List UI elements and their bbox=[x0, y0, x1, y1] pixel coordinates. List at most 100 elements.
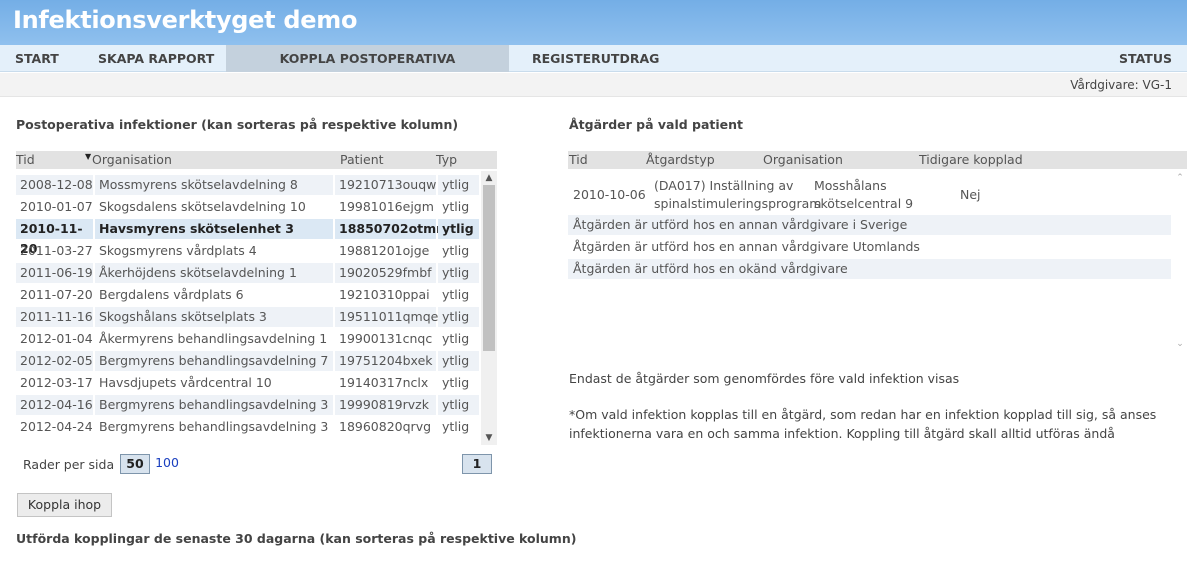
table-row[interactable]: 2011-06-19 Åkerhöjdens skötselavdelning 1… bbox=[16, 263, 479, 285]
cell-patient: 19140317nclx bbox=[339, 375, 429, 390]
cell-tid: 2012-02-05 bbox=[16, 351, 93, 371]
scroll-thumb[interactable] bbox=[483, 185, 495, 351]
main-nav: START SKAPA RAPPORT KOPPLA POSTOPERATIVA… bbox=[0, 45, 1187, 93]
cell-organisation: Skogsdalens skötselavdelning 10 bbox=[99, 199, 306, 214]
cell-typ: ytlig bbox=[438, 263, 479, 283]
infections-scrollbar[interactable]: ▲ ▼ bbox=[481, 171, 497, 445]
page-size-50[interactable]: 50 bbox=[120, 454, 150, 474]
cell-organisation: Åkermyrens behandlingsavdelning 1 bbox=[99, 331, 328, 346]
cell-typ: ytlig bbox=[438, 175, 479, 195]
cell-patient: 19981016ejgm bbox=[339, 199, 434, 214]
provider-bar: Vårdgivare: VG-1 bbox=[0, 73, 1187, 97]
page-number[interactable]: 1 bbox=[462, 454, 492, 474]
cell-organisation: Bergmyrens behandlingsavdelning 3 bbox=[99, 419, 329, 434]
table-row[interactable]: 2011-03-27 Skogsmyrens vårdplats 4 1988120… bbox=[16, 241, 479, 263]
cell-patient: 18850702otmm bbox=[335, 219, 449, 239]
nav-koppla-postoperativa-infektioner[interactable]: KOPPLA POSTOPERATIVA INFEKTIONER bbox=[226, 45, 509, 93]
cell-organisation: Havsmyrens skötselenhet 3 bbox=[95, 219, 333, 239]
table-row[interactable]: 2010-11-20 Havsmyrens skötselenhet 3 18850… bbox=[16, 219, 479, 256]
linking-note-line2: infektionerna vara en och samma infektio… bbox=[569, 426, 1115, 441]
cell-patient: 19900131cnqc bbox=[339, 331, 433, 346]
action-kopplad: Nej bbox=[960, 187, 981, 202]
nav-skapa-rapport[interactable]: SKAPA RAPPORT bbox=[83, 45, 229, 72]
linking-note-line1: *Om vald infektion kopplas till en åtgär… bbox=[569, 407, 1157, 422]
table-row[interactable]: 2010-01-07 Skogsdalens skötselavdelning 1… bbox=[16, 197, 479, 219]
scroll-down-icon[interactable]: ▼ bbox=[481, 431, 497, 445]
col-typ[interactable]: Typ bbox=[436, 152, 457, 167]
page-size-100[interactable]: 100 bbox=[155, 454, 179, 474]
action-org-line2: skötselcentral 9 bbox=[814, 196, 914, 211]
cell-typ: ytlig bbox=[442, 199, 470, 214]
option-row-utomlands[interactable]: Åtgärden är utförd hos en annan vårdgiva… bbox=[568, 237, 1171, 257]
cell-typ: ytlig bbox=[442, 419, 470, 434]
cell-patient: 18960820qrvg bbox=[339, 419, 432, 434]
scroll-up-icon[interactable]: ▲ bbox=[481, 171, 497, 185]
cell-organisation: Åkerhöjdens skötselavdelning 1 bbox=[95, 263, 333, 283]
table-row[interactable]: 2012-04-24 Bergmyrens behandlingsavdelnin… bbox=[16, 417, 479, 439]
cell-organisation: Mossmyrens skötselavdelning 8 bbox=[95, 175, 333, 195]
cell-tid: 2010-11-20 bbox=[16, 219, 93, 256]
nav-registerutdrag[interactable]: REGISTERUTDRAG bbox=[517, 45, 674, 72]
action-row[interactable]: 2010-10-06 (DA017) Inställning av spinal… bbox=[568, 175, 1171, 215]
table-row[interactable]: 2011-07-20 Bergdalens vårdplats 6 19210310… bbox=[16, 285, 479, 307]
cell-typ: ytlig bbox=[442, 243, 470, 258]
col-tid[interactable]: Tid bbox=[16, 152, 35, 167]
table-row[interactable]: 2008-12-08 Mossmyrens skötselavdelning 81… bbox=[16, 175, 479, 197]
option-row-okand[interactable]: Åtgärden är utförd hos en okänd vårdgiva… bbox=[568, 259, 1171, 279]
table-row[interactable]: 2011-11-16 Skogshålans skötselplats 3 1951… bbox=[16, 307, 479, 329]
cell-organisation: Bergmyrens behandlingsavdelning 3 bbox=[95, 395, 333, 415]
action-org-line1: Mosshålans bbox=[814, 178, 887, 193]
action-type-line1: (DA017) Inställning av bbox=[654, 178, 794, 193]
cell-tid: 2012-03-17 bbox=[20, 375, 93, 390]
actions-scrollbar[interactable]: ⌃ ⌄ bbox=[1172, 171, 1187, 351]
col-organisation[interactable]: Organisation bbox=[92, 152, 172, 167]
scroll-down-icon[interactable]: ⌄ bbox=[1172, 337, 1187, 351]
cell-tid: 2010-01-07 bbox=[20, 199, 93, 214]
cell-typ: ytlig bbox=[438, 351, 479, 371]
option-label: Åtgärden är utförd hos en annan vårdgiva… bbox=[573, 239, 920, 254]
actions-heading: Åtgärder på vald patient bbox=[569, 117, 744, 132]
cell-organisation: Bergdalens vårdplats 6 bbox=[99, 287, 244, 302]
cell-patient: 19210713ouqw bbox=[335, 175, 436, 195]
koppla-ihop-button[interactable]: Koppla ihop bbox=[17, 493, 112, 517]
cell-tid: 2012-04-16 bbox=[16, 395, 93, 415]
cell-typ: ytlig bbox=[438, 307, 479, 327]
actions-table-header: Tid Åtgardstyp Organisation Tidigare kop… bbox=[568, 151, 1187, 169]
cell-typ: ytlig bbox=[442, 287, 470, 302]
table-row[interactable]: 2012-01-04 Åkermyrens behandlingsavdelnin… bbox=[16, 329, 479, 351]
nav-status[interactable]: STATUS bbox=[1104, 45, 1187, 72]
nav-start[interactable]: START bbox=[0, 45, 74, 72]
scroll-up-icon[interactable]: ⌃ bbox=[1172, 171, 1187, 185]
cell-patient: 19020529fmbf bbox=[335, 263, 436, 283]
col-patient[interactable]: Patient bbox=[340, 152, 384, 167]
cell-organisation: Skogsmyrens vårdplats 4 bbox=[99, 243, 257, 258]
col-tidigare-kopplad[interactable]: Tidigare kopplad bbox=[919, 152, 1023, 167]
cell-patient: 19511011qmqe bbox=[335, 307, 438, 327]
option-label: Åtgärden är utförd hos en annan vårdgiva… bbox=[573, 215, 908, 235]
infections-heading: Postoperativa infektioner (kan sorteras … bbox=[16, 117, 459, 132]
app-title: Infektionsverktyget demo bbox=[13, 6, 358, 34]
col-organisation[interactable]: Organisation bbox=[763, 152, 843, 167]
cell-tid: 2011-03-27 bbox=[20, 243, 93, 258]
action-tid: 2010-10-06 bbox=[573, 187, 646, 202]
cell-typ: ytlig bbox=[438, 219, 479, 239]
cell-typ: ytlig bbox=[438, 395, 479, 415]
table-row[interactable]: 2012-03-17 Havsdjupets vårdcentral 10 1914… bbox=[16, 373, 479, 395]
table-row[interactable]: 2012-04-16 Bergmyrens behandlingsavdelnin… bbox=[16, 395, 479, 417]
actions-note: Endast de åtgärder som genomfördes före … bbox=[569, 371, 960, 386]
table-row[interactable]: 2012-02-05 Bergmyrens behandlingsavdelnin… bbox=[16, 351, 479, 373]
cell-tid: 2011-11-16 bbox=[16, 307, 93, 327]
col-atgardstyp[interactable]: Åtgardstyp bbox=[646, 152, 715, 167]
cell-tid: 2011-07-20 bbox=[20, 287, 93, 302]
infections-table-body: 2008-12-08 Mossmyrens skötselavdelning 81… bbox=[16, 171, 497, 445]
cell-organisation: Havsdjupets vårdcentral 10 bbox=[99, 375, 272, 390]
app-header: Infektionsverktyget demo bbox=[0, 0, 1187, 45]
cell-typ: ytlig bbox=[442, 375, 470, 390]
cell-tid: 2011-06-19 bbox=[16, 263, 93, 283]
option-row-sverige[interactable]: Åtgärden är utförd hos en annan vårdgiva… bbox=[568, 215, 1171, 235]
cell-patient: 19881201ojge bbox=[339, 243, 430, 258]
cell-patient: 19751204bxek bbox=[335, 351, 436, 371]
cell-tid: 2012-01-04 bbox=[20, 331, 93, 346]
cell-organisation: Skogshålans skötselplats 3 bbox=[95, 307, 333, 327]
col-tid[interactable]: Tid bbox=[569, 152, 588, 167]
